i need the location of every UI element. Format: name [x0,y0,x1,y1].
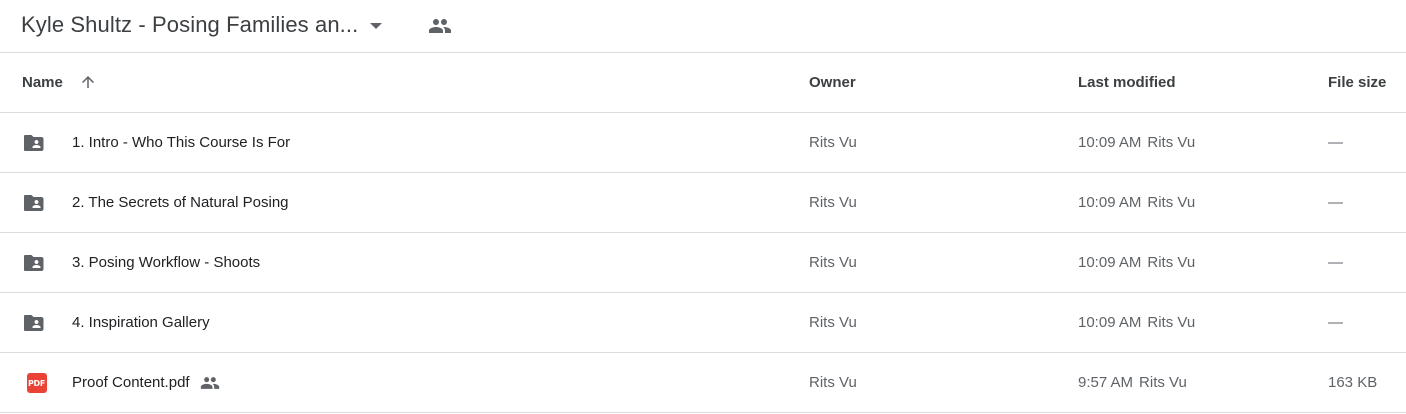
last-modified: 10:09 AM Rits Vu [1078,113,1195,172]
column-header-row: Name Owner Last modified File size [0,53,1406,113]
file-name: 4. Inspiration Gallery [72,314,210,331]
column-name-header[interactable]: Name [22,53,63,112]
caret-down-icon [370,23,383,29]
modified-time: 10:09 AM [1078,314,1142,331]
file-name: Proof Content.pdf [72,374,190,391]
column-file-size-header[interactable]: File size [1328,53,1386,112]
arrow-up-icon [82,76,94,88]
column-last-modified-header[interactable]: Last modified [1078,53,1176,112]
shared-folder-icon [24,191,49,215]
file-name: 1. Intro - Who This Course Is For [72,134,291,151]
modified-time: 10:09 AM [1078,194,1142,211]
modified-by: Rits Vu [1147,134,1196,151]
owner-name: Rits Vu [809,314,857,331]
modified-time: 10:09 AM [1078,134,1142,151]
file-row[interactable]: 2. The Secrets of Natural Posing Rits Vu… [0,173,1406,233]
file-size: — [1328,254,1343,271]
owner-name: Rits Vu [809,374,857,391]
file-size: — [1328,194,1343,211]
owner-name: Rits Vu [809,194,857,211]
modified-time: 9:57 AM [1078,374,1134,391]
modified-time: 10:09 AM [1078,254,1142,271]
toolbar-header: Kyle Shultz - Posing Families an... [0,0,1406,53]
pdf-file-icon: PDF [24,371,49,395]
sort-button[interactable] [77,71,99,93]
shared-folder-icon [24,251,49,275]
pdf-badge: PDF [26,373,47,393]
people-icon [200,376,219,389]
last-modified: 10:09 AM Rits Vu [1078,293,1195,352]
file-row[interactable]: 4. Inspiration Gallery Rits Vu 10:09 AM R… [0,293,1406,353]
modified-by: Rits Vu [1147,194,1196,211]
column-owner-header[interactable]: Owner [809,53,856,112]
file-name: 2. The Secrets of Natural Posing [72,194,289,211]
people-icon [429,19,451,33]
owner-name: Rits Vu [809,134,857,151]
shared-folder-icon [24,131,49,155]
modified-by: Rits Vu [1147,254,1196,271]
modified-by: Rits Vu [1139,374,1187,391]
file-size: — [1328,134,1343,151]
file-row[interactable]: 3. Posing Workflow - Shoots Rits Vu 10:0… [0,233,1406,293]
file-size: — [1328,314,1343,331]
shared-people-button[interactable] [425,11,455,41]
file-row[interactable]: PDF Proof Content.pdf Rits Vu 9:57 AM Rit… [0,353,1406,413]
last-modified: 9:57 AM Rits Vu [1078,353,1187,412]
owner-name: Rits Vu [809,254,857,271]
last-modified: 10:09 AM Rits Vu [1078,173,1195,232]
modified-by: Rits Vu [1147,314,1196,331]
file-row[interactable]: 1. Intro - Who This Course Is For Rits V… [0,113,1406,173]
file-size: 163 KB [1328,374,1378,391]
shared-folder-icon [24,311,49,335]
shared-indicator [200,373,220,393]
last-modified: 10:09 AM Rits Vu [1078,233,1195,292]
folder-title: Kyle Shultz - Posing Families an... [21,12,359,37]
folder-title-dropdown[interactable]: Kyle Shultz - Posing Families an... [13,5,390,45]
file-name: 3. Posing Workflow - Shoots [72,254,261,271]
